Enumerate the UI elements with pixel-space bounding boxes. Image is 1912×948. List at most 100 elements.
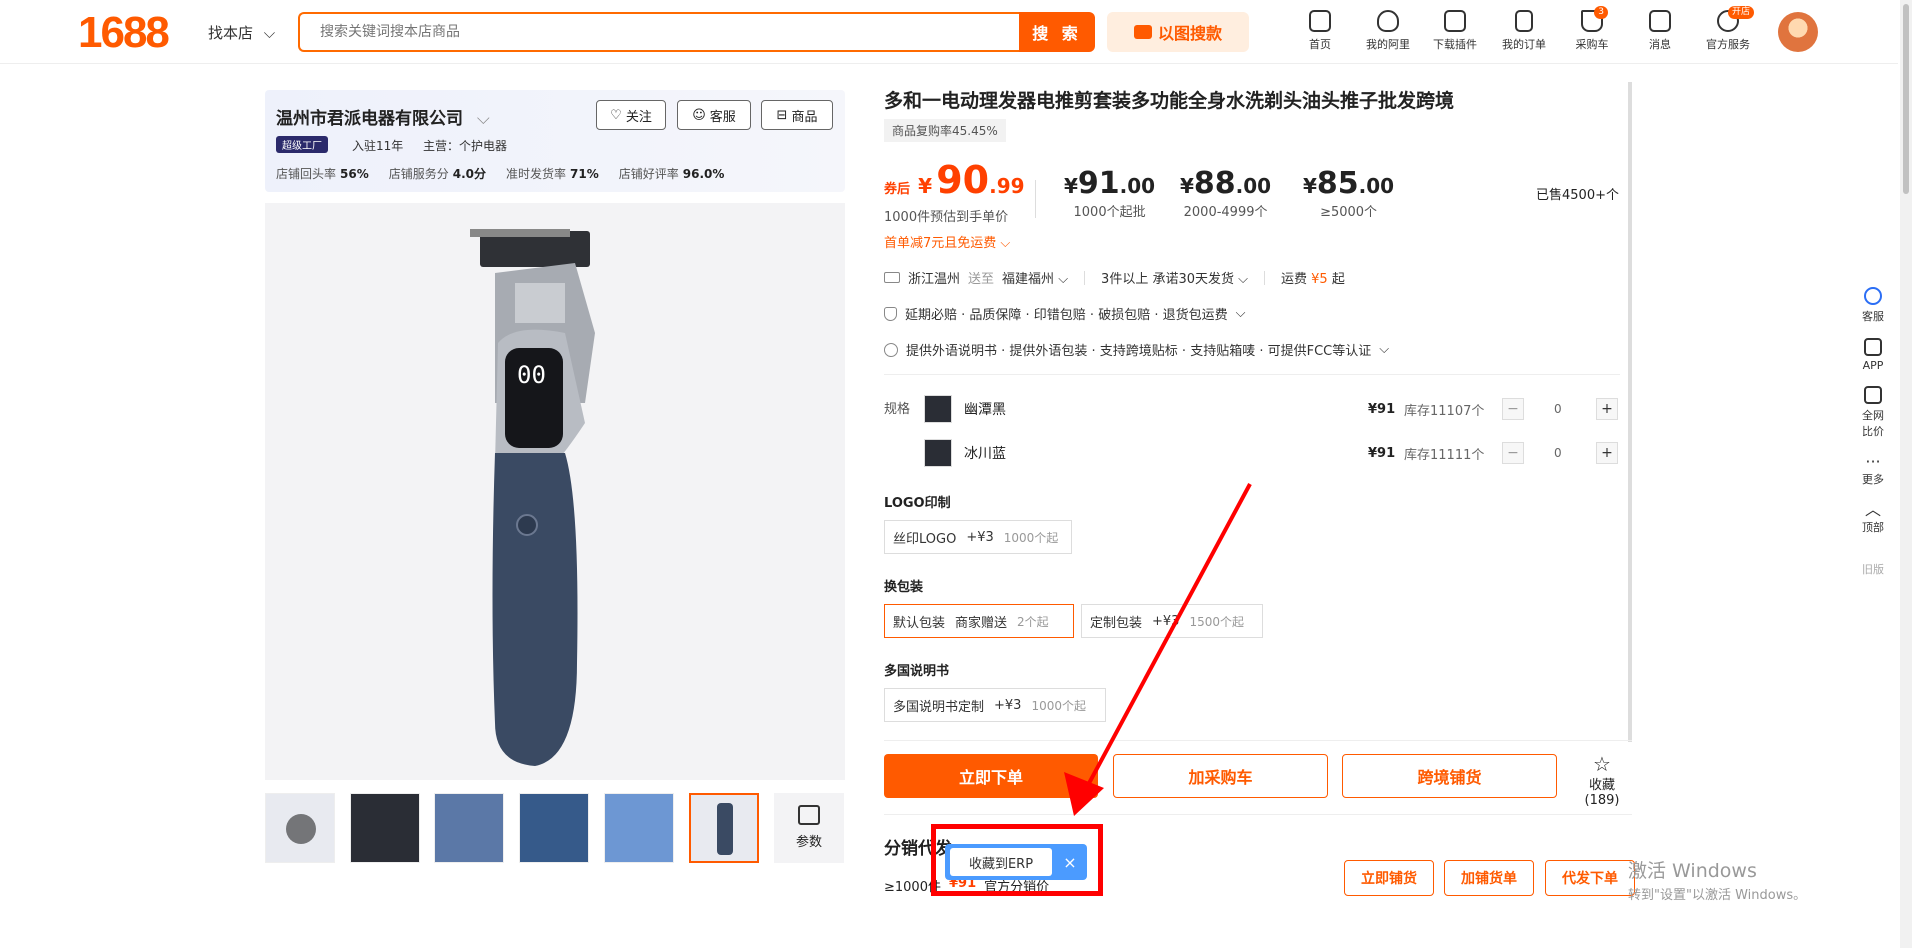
cart-count-badge: 3 <box>1594 6 1608 19</box>
image-search-label: 以图搜款 <box>1157 24 1222 43</box>
ship-from: 浙江温州 <box>908 272 961 287</box>
spec-label: 规格 <box>884 402 911 417</box>
spec-price: ¥91 <box>1368 401 1396 417</box>
dropship-order-button[interactable]: 代发下单 <box>1545 860 1635 896</box>
qty-plus-button[interactable]: + <box>1596 398 1618 420</box>
store-icon: ⊟ <box>776 107 788 123</box>
nav-cart-label: 采购车 <box>1575 38 1609 51</box>
nav-messages[interactable]: 消息 <box>1630 10 1690 52</box>
sidebar-customer-service[interactable]: 客服 <box>1848 287 1898 324</box>
chevron-down-icon: ⌵ <box>1000 236 1011 251</box>
windows-activation-hint: 转到"设置"以激活 Windows。 <box>1628 888 1807 903</box>
follow-button[interactable]: ♡ 关注 <box>596 100 666 130</box>
sidebar-back-to-top[interactable]: ︿ 顶部 <box>1848 501 1898 535</box>
heart-shield-icon <box>1377 10 1399 32</box>
find-shop-label: 找本店 <box>208 24 254 42</box>
windows-activation-watermark: 激活 Windows <box>1628 860 1757 882</box>
thumbnail-3[interactable] <box>434 793 504 863</box>
add-listing-button[interactable]: 加铺货单 <box>1444 860 1534 896</box>
spec-name: 幽潭黑 <box>964 402 1006 418</box>
sliders-icon <box>798 805 820 825</box>
thumbnail-5[interactable] <box>604 793 674 863</box>
qty-plus-button[interactable]: + <box>1596 442 1618 464</box>
sidebar-app[interactable]: APP <box>1848 338 1898 372</box>
guarantees-text: 延期必赔 · 品质保障 · 印错包赔 · 破损包赔 · 退货包运费 <box>905 308 1228 323</box>
shop-stats: 店铺回头率 56% 店铺服务分 4.0分 准时发货率 71% 店铺好评率 96.0% <box>276 165 724 182</box>
shop-goods-button[interactable]: ⊟ 商品 <box>761 100 833 130</box>
chevron-down-icon: ⌵ <box>1058 272 1069 287</box>
list-now-button[interactable]: 立即铺货 <box>1344 860 1434 896</box>
avatar[interactable] <box>1778 12 1818 52</box>
nav-orders-label: 我的订单 <box>1502 38 1546 51</box>
chevron-down-icon: ⌵ <box>1379 342 1390 357</box>
stat-ontime-rate: 准时发货率 71% <box>506 167 599 181</box>
qty-input[interactable]: 0 <box>1554 402 1562 416</box>
sidebar-old-version[interactable]: 旧版 <box>1848 561 1898 577</box>
nav-download-plugin[interactable]: 下载插件 <box>1425 10 1485 52</box>
search-input[interactable] <box>300 14 1020 50</box>
clipboard-icon <box>1515 10 1533 32</box>
chevron-down-icon: ⌵ <box>263 24 276 42</box>
qty-input[interactable]: 0 <box>1554 446 1562 460</box>
crossborder-services-row[interactable]: 提供外语说明书 · 提供外语包装 · 支持跨境贴标 · 支持贴箱唛 · 可提供F… <box>884 340 1389 359</box>
collect-button[interactable]: ☆ 收藏 (189) <box>1570 754 1634 808</box>
tier-2-note: 2000-4999个 <box>1183 205 1268 220</box>
hair-clipper-image: 00 <box>265 203 845 780</box>
star-icon: ☆ <box>1593 752 1611 776</box>
nav-cart[interactable]: 3 采购车 <box>1562 6 1622 52</box>
scrollbar-thumb[interactable] <box>1903 4 1909 194</box>
product-main-image[interactable]: 00 <box>265 203 845 780</box>
ship-promise-dropdown[interactable]: 3件以上 承诺30天发货 ⌵ <box>1101 268 1248 287</box>
nav-home[interactable]: 首页 <box>1290 10 1350 52</box>
qty-minus-button[interactable]: − <box>1502 398 1524 420</box>
thumbnail-2[interactable] <box>350 793 420 863</box>
qty-minus-button[interactable]: − <box>1502 442 1524 464</box>
ship-to-dropdown[interactable]: 福建福州 ⌵ <box>1002 268 1068 287</box>
guarantee-row[interactable]: 延期必赔 · 品质保障 · 印错包赔 · 破损包赔 · 退货包运费 ⌵ <box>884 304 1245 323</box>
tier-price-2: ¥88.00 2000-4999个 <box>1180 166 1272 220</box>
params-label: 参数 <box>795 835 822 850</box>
services-text: 提供外语说明书 · 提供外语包装 · 支持跨境贴标 · 支持贴箱唛 · 可提供F… <box>906 344 1372 359</box>
search-input-wrapper <box>298 12 1020 52</box>
right-floating-sidebar: 客服 APP 全网比价 ··· 更多 ︿ 顶部 旧版 <box>1848 287 1898 591</box>
thumbnail-4[interactable] <box>519 793 589 863</box>
spec-row-blue: 冰川蓝 ¥91 库存11111个 − 0 + <box>924 438 1618 468</box>
packaging-title: 换包装 <box>884 580 924 595</box>
params-button[interactable]: 参数 <box>774 793 844 863</box>
site-logo[interactable]: 1688 <box>78 8 170 58</box>
collect-to-erp-button[interactable]: 收藏到ERP <box>950 848 1052 876</box>
nav-my-orders[interactable]: 我的订单 <box>1494 10 1554 52</box>
camera-icon <box>1133 25 1152 39</box>
nav-my-ali[interactable]: 我的阿里 <box>1358 10 1418 52</box>
logo-option[interactable]: 丝印LOGO +¥3 1000个起 <box>884 520 1072 554</box>
close-icon[interactable]: × <box>1058 848 1082 876</box>
top-header: 1688 找本店 ⌵ 搜 索 以图搜款 首页 我的阿里 下载插件 我的订单 3 … <box>0 0 1898 64</box>
packaging-default-option[interactable]: 默认包装 商家赠送 2个起 <box>884 604 1074 638</box>
spec-stock: 库存11111个 <box>1404 447 1485 463</box>
image-search-button[interactable]: 以图搜款 <box>1107 12 1249 52</box>
chevron-up-icon: ︿ <box>1864 500 1881 519</box>
thumbnail-video[interactable] <box>265 793 335 863</box>
tier-1-note: 1000个起批 <box>1073 205 1146 220</box>
svg-text:00: 00 <box>517 361 546 389</box>
find-shop-dropdown[interactable]: 找本店 ⌵ <box>208 22 275 43</box>
cross-border-listing-button[interactable]: 跨境铺货 <box>1342 754 1557 798</box>
thumbnail-6-selected[interactable] <box>689 793 759 863</box>
puzzle-icon <box>1444 10 1466 32</box>
nav-official-service[interactable]: 开店 官方服务 <box>1698 6 1758 52</box>
shop-name[interactable]: 温州市君派电器有限公司 ⌵ <box>276 104 490 129</box>
option-panel-scrollbar[interactable] <box>1628 82 1632 742</box>
search-button[interactable]: 搜 索 <box>1019 12 1095 52</box>
red-arrow-annotation <box>1064 483 1252 816</box>
shield-check-icon <box>884 306 897 321</box>
page-scrollbar[interactable] <box>1900 0 1912 948</box>
open-shop-badge: 开店 <box>1727 6 1754 19</box>
shop-years: 入驻11年 <box>352 139 404 153</box>
sidebar-price-compare[interactable]: 全网比价 <box>1860 386 1886 439</box>
customer-service-button[interactable]: ☺ 客服 <box>677 100 751 130</box>
freight: 运费 ¥5 起 <box>1281 272 1345 287</box>
first-order-discount[interactable]: 首单减7元且免运费 ⌵ <box>884 232 1010 251</box>
spec-stock: 库存11107个 <box>1404 403 1485 419</box>
shipping-row: 浙江温州 送至 福建福州 ⌵ 3件以上 承诺30天发货 ⌵ 运费 ¥5 起 <box>884 268 1345 287</box>
sidebar-more[interactable]: ··· 更多 <box>1848 453 1898 487</box>
